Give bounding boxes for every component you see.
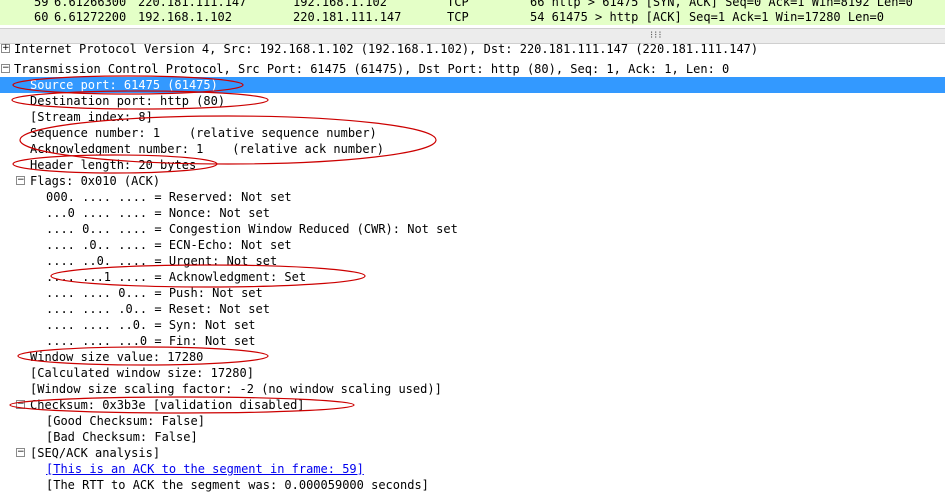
ack-frame-link[interactable]: [This is an ACK to the segment in frame:…: [46, 461, 364, 477]
bad-checksum-label: [Bad Checksum: False]: [46, 430, 198, 444]
tcp-header-label: Transmission Control Protocol, Src Port:…: [14, 62, 730, 76]
flag-line: .... ..0. .... = Urgent: Not set: [46, 254, 278, 268]
calculated-window-label: [Calculated window size: 17280]: [30, 366, 254, 380]
packet-info: 66 http > 61475 [SYN, ACK] Seq=0 Ack=1 W…: [530, 0, 913, 9]
seq-ack-label: [SEQ/ACK analysis]: [30, 446, 161, 460]
packet-protocol: TCP: [447, 10, 469, 24]
stream-index-label: [Stream index: 8]: [30, 110, 153, 124]
good-checksum-label: [Good Checksum: False]: [46, 414, 205, 428]
packet-no: 60: [34, 10, 49, 24]
flag-line: .... 0... .... = Congestion Window Reduc…: [46, 222, 458, 236]
rtt-label: [The RTT to ACK the segment was: 0.00005…: [46, 478, 429, 492]
expand-icon[interactable]: +: [1, 44, 10, 53]
packet-time: 6.61272200: [54, 10, 127, 24]
flag-line: .... .0.. .... = ECN-Echo: Not set: [46, 238, 292, 252]
flag-line: .... .... ...0 = Fin: Not set: [46, 334, 256, 348]
checksum-label: Checksum: 0x3b3e [validation disabled]: [30, 398, 305, 412]
scaling-factor-label: [Window size scaling factor: -2 (no wind…: [30, 382, 442, 396]
source-port-label: Source port: 61475 (61475): [30, 78, 218, 92]
flag-line: 000. .... .... = Reserved: Not set: [46, 190, 292, 204]
collapse-icon[interactable]: −: [16, 176, 25, 185]
collapse-icon[interactable]: −: [1, 64, 10, 73]
tree-item-source-port[interactable]: Source port: 61475 (61475): [0, 77, 945, 93]
packet-no: 59: [34, 0, 49, 9]
flag-line: ...0 .... .... = Nonce: Not set: [46, 206, 270, 220]
window-size-label: Window size value: 17280: [30, 350, 204, 364]
packet-row-60[interactable]: 60 6.61272200 192.168.1.102 220.181.111.…: [0, 9, 945, 25]
packet-time: 6.61266300: [54, 0, 127, 9]
flag-line: .... .... 0... = Push: Not set: [46, 286, 263, 300]
packet-destination: 220.181.111.147: [293, 10, 402, 24]
collapse-icon[interactable]: −: [16, 448, 25, 457]
packet-destination: 192.168.1.102: [293, 0, 387, 9]
flag-line: .... ...1 .... = Acknowledgment: Set: [46, 270, 307, 284]
header-length-label: Header length: 20 bytes: [30, 158, 197, 172]
flags-label: Flags: 0x010 (ACK): [30, 174, 161, 188]
flag-line: .... .... .0.. = Reset: Not set: [46, 302, 270, 316]
ack-number-label: Acknowledgment number: 1 (relative ack n…: [30, 142, 385, 156]
destination-port-label: Destination port: http (80): [30, 94, 226, 108]
sequence-number-label: Sequence number: 1 (relative sequence nu…: [30, 126, 377, 140]
flag-line: .... .... ..0. = Syn: Not set: [46, 318, 256, 332]
packet-info: 54 61475 > http [ACK] Seq=1 Ack=1 Win=17…: [530, 10, 885, 24]
collapse-icon[interactable]: −: [16, 400, 25, 409]
packet-source: 220.181.111.147: [138, 0, 247, 9]
packet-protocol: TCP: [447, 0, 469, 9]
packet-source: 192.168.1.102: [138, 10, 232, 24]
ip-header-label: Internet Protocol Version 4, Src: 192.16…: [14, 42, 759, 56]
